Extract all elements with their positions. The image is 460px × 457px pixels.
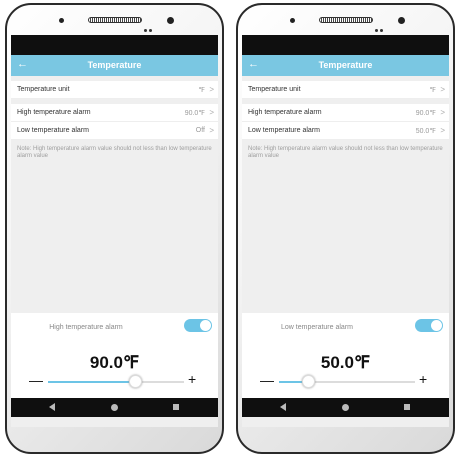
row-value: Off <box>195 127 205 134</box>
row-label: High temperature alarm <box>17 109 91 116</box>
alarm-sheet: High temperature alarm 90.0℉ — + <box>11 313 218 398</box>
front-sensor <box>59 18 64 23</box>
slider-thumb[interactable] <box>129 375 143 388</box>
chevron-right-icon: > <box>440 126 445 135</box>
chevron-right-icon: > <box>209 108 214 117</box>
low-temperature-alarm-row[interactable]: Low temperature alarm 50.0℉ > <box>242 122 449 140</box>
decrease-button[interactable]: — <box>29 372 43 388</box>
chevron-right-icon: > <box>209 85 214 94</box>
android-nav-bar <box>11 398 218 417</box>
increase-button[interactable]: + <box>419 371 427 387</box>
alarm-slider[interactable] <box>279 375 415 388</box>
slider-fill <box>48 381 137 383</box>
alarm-slider[interactable] <box>48 375 184 388</box>
alarm-sheet: Low temperature alarm 50.0℉ — + <box>242 313 449 398</box>
front-camera <box>398 17 405 24</box>
row-label: Low temperature alarm <box>248 127 320 134</box>
note-text: Note: High temperature alarm value shoul… <box>17 146 212 159</box>
toggle-knob <box>200 320 211 331</box>
alarm-value: 90.0℉ <box>89 353 140 372</box>
row-value: 90.0℉ <box>184 110 205 117</box>
nav-home-icon[interactable] <box>111 404 118 411</box>
row-label: Low temperature alarm <box>17 127 89 134</box>
chevron-right-icon: > <box>440 108 445 117</box>
alarm-toggle[interactable] <box>184 319 212 332</box>
note-text: Note: High temperature alarm value shoul… <box>248 146 443 159</box>
front-sensor <box>290 18 295 23</box>
low-temperature-alarm-row[interactable]: Low temperature alarm Off > <box>11 122 218 140</box>
row-value: 50.0℉ <box>415 128 436 135</box>
android-nav-bar <box>242 398 449 417</box>
chevron-right-icon: > <box>209 126 214 135</box>
row-label: Temperature unit <box>17 86 70 93</box>
row-value: ℉ <box>429 87 436 94</box>
row-value: 90.0℉ <box>415 110 436 117</box>
sensor-dots <box>375 19 387 32</box>
temperature-unit-row[interactable]: Temperature unit ℉ > <box>242 81 449 99</box>
phone-right: ← Temperature Temperature unit ℉ > High … <box>236 3 455 454</box>
status-bar <box>242 35 449 55</box>
page-title: Temperature <box>318 60 373 70</box>
earpiece-speaker <box>319 17 373 23</box>
high-temperature-alarm-row[interactable]: High temperature alarm 90.0℉ > <box>11 104 218 122</box>
high-temperature-alarm-row[interactable]: High temperature alarm 90.0℉ > <box>242 104 449 122</box>
row-value: ℉ <box>198 87 205 94</box>
app-screen: ← Temperature Temperature unit ℉ > High … <box>11 35 218 427</box>
app-header: ← Temperature <box>242 55 449 76</box>
slider-thumb[interactable] <box>301 375 315 388</box>
chevron-right-icon: > <box>440 85 445 94</box>
sheet-label: Low temperature alarm <box>281 324 353 331</box>
page-title: Temperature <box>87 60 142 70</box>
alarm-value: 50.0℉ <box>320 353 371 372</box>
status-bar <box>11 35 218 55</box>
nav-recent-icon[interactable] <box>173 404 179 410</box>
decrease-button[interactable]: — <box>260 372 274 388</box>
row-label: Temperature unit <box>248 86 301 93</box>
app-header: ← Temperature <box>11 55 218 76</box>
toggle-knob <box>431 320 442 331</box>
increase-button[interactable]: + <box>188 371 196 387</box>
nav-back-icon[interactable] <box>280 403 286 411</box>
phone-left: ← Temperature Temperature unit ℉ > High … <box>5 3 224 454</box>
temperature-unit-row[interactable]: Temperature unit ℉ > <box>11 81 218 99</box>
row-label: High temperature alarm <box>248 109 322 116</box>
nav-recent-icon[interactable] <box>404 404 410 410</box>
sheet-label: High temperature alarm <box>49 324 123 331</box>
sensor-dots <box>144 19 156 32</box>
phone-top-bezel <box>7 5 222 35</box>
nav-back-icon[interactable] <box>49 403 55 411</box>
earpiece-speaker <box>88 17 142 23</box>
nav-home-icon[interactable] <box>342 404 349 411</box>
app-screen: ← Temperature Temperature unit ℉ > High … <box>242 35 449 427</box>
alarm-toggle[interactable] <box>415 319 443 332</box>
front-camera <box>167 17 174 24</box>
phone-top-bezel <box>238 5 453 35</box>
